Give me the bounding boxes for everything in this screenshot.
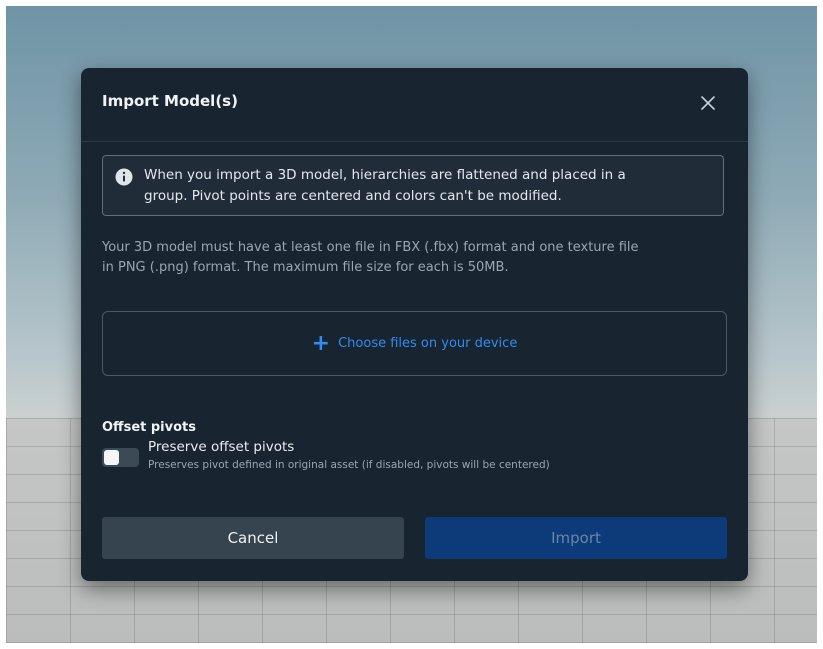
import-model-dialog: Import Model(s) When you import a 3D mod…: [81, 68, 748, 581]
preserve-offset-pivots-help: Preserves pivot defined in original asse…: [148, 459, 550, 471]
choose-files-button[interactable]: + Choose files on your device: [103, 312, 726, 375]
info-icon: [115, 168, 133, 186]
description-line-2: in PNG (.png) format. The maximum file s…: [102, 260, 509, 275]
preserve-offset-pivots-toggle[interactable]: [102, 448, 139, 467]
dialog-title: Import Model(s): [102, 92, 238, 110]
info-text-line-1: When you import a 3D model, hierarchies …: [144, 167, 626, 183]
plus-icon: +: [311, 330, 331, 356]
import-button[interactable]: Import: [425, 517, 727, 559]
info-text: When you import a 3D model, hierarchies …: [144, 165, 704, 207]
description-line-1: Your 3D model must have at least one fil…: [102, 240, 639, 255]
offset-pivots-heading: Offset pivots: [102, 420, 196, 435]
info-banner: When you import a 3D model, hierarchies …: [102, 155, 724, 216]
file-dropzone[interactable]: + Choose files on your device: [102, 311, 727, 376]
requirements-description: Your 3D model must have at least one fil…: [102, 238, 732, 278]
cancel-button-label: Cancel: [227, 529, 279, 547]
cancel-button[interactable]: Cancel: [102, 517, 404, 559]
choose-files-label: Choose files on your device: [338, 336, 518, 351]
close-icon: [701, 96, 715, 110]
header-divider: [81, 141, 748, 142]
info-text-line-2: group. Pivot points are centered and col…: [144, 188, 562, 204]
preserve-offset-pivots-label: Preserve offset pivots: [148, 439, 295, 455]
toggle-knob: [104, 450, 119, 465]
close-button[interactable]: [695, 90, 721, 116]
import-button-label: Import: [551, 529, 601, 547]
